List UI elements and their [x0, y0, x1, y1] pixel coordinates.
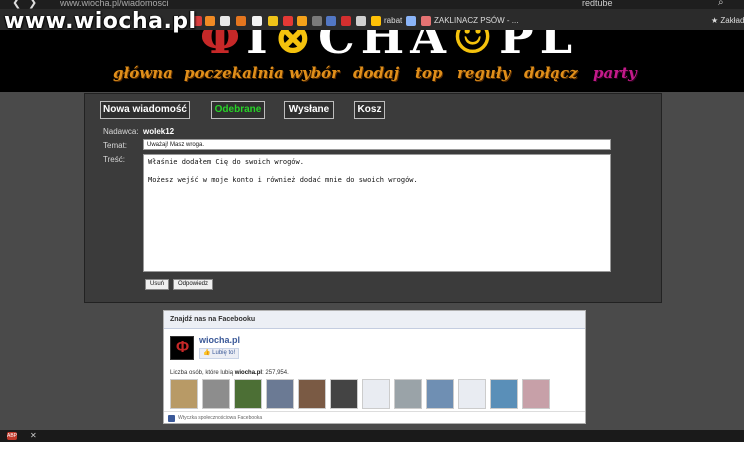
sender-name[interactable]: wolek12	[143, 127, 174, 137]
reply-button[interactable]: Odpowiedz	[173, 279, 213, 290]
nav-dodaj[interactable]: dodaj	[353, 63, 399, 83]
sender-label: Nadawca:	[103, 127, 139, 136]
bookmark-zaklinacz[interactable]: ZAKLINACZ PSÓW - ...	[434, 15, 518, 27]
main-navigation: główna poczekalnia wybór dodaj top reguł…	[0, 63, 744, 87]
count-prefix: Liczba osób, które lubią	[170, 370, 235, 376]
body-line: Właśnie dodałem Cię do swoich wrogów.	[148, 158, 304, 166]
bookmarks-menu[interactable]: ★ Zakładki	[711, 15, 744, 27]
bookmark-icon[interactable]	[421, 16, 431, 26]
address-bar[interactable]: www.wiocha.pl/wiadomosci	[60, 0, 169, 9]
fan-avatar[interactable]	[490, 379, 518, 409]
facebook-plugin-label[interactable]: Wtyczka społecznościowa Facebooka	[178, 415, 262, 421]
watermark: www.wiocha.pl	[4, 9, 197, 34]
bookmarks-label: Zakładki	[720, 16, 744, 25]
nav-party[interactable]: party	[593, 63, 637, 83]
back-icon[interactable]: ❮	[12, 0, 21, 9]
mcdonalds-icon[interactable]	[371, 16, 381, 26]
like-button[interactable]: 👍 Lubię to!	[199, 348, 239, 359]
body-label: Treść:	[103, 155, 125, 164]
bookmark-icon[interactable]	[252, 16, 262, 26]
fan-avatar[interactable]	[362, 379, 390, 409]
fan-avatar[interactable]	[394, 379, 422, 409]
tab-trash[interactable]: Kosz	[354, 101, 385, 119]
bookmark-rabat[interactable]: rabat	[384, 15, 402, 27]
tab-new-message[interactable]: Nowa wiadomość	[100, 101, 190, 119]
fan-avatar[interactable]	[298, 379, 326, 409]
search-box[interactable]: redtube	[582, 0, 613, 9]
nav-wybor[interactable]: wybór	[289, 63, 339, 83]
message-panel: Nowa wiadomość Odebrane Wysłane Kosz Nad…	[84, 93, 662, 303]
like-count: Liczba osób, które lubią wiocha.pl: 257,…	[170, 369, 289, 377]
facebook-header: Znajdź nas na Facebooku	[164, 311, 585, 329]
fan-faces	[170, 379, 580, 411]
bookmark-icon[interactable]	[406, 16, 416, 26]
bookmark-icon[interactable]	[268, 16, 278, 26]
fan-avatar[interactable]	[202, 379, 230, 409]
bookmark-icon[interactable]	[312, 16, 322, 26]
bookmark-icon[interactable]	[283, 16, 293, 26]
site-logo[interactable]: ΦI⊗CHA☺PL	[200, 30, 578, 64]
body-line: Możesz wejść w moje konto i również doda…	[148, 176, 418, 184]
fan-avatar[interactable]	[266, 379, 294, 409]
search-icon[interactable]: ⌕	[718, 0, 724, 8]
fan-avatar[interactable]	[330, 379, 358, 409]
fan-avatar[interactable]	[522, 379, 550, 409]
facebook-widget: Znajdź nas na Facebooku Φ wiocha.pl 👍 Lu…	[163, 310, 586, 424]
subject-field[interactable]: Uważaj! Masz wroga.	[143, 139, 611, 150]
bookmark-icon[interactable]	[236, 16, 246, 26]
forward-icon[interactable]: ❯	[28, 0, 37, 9]
nav-glowna[interactable]: główna	[113, 63, 173, 83]
facebook-page-name[interactable]: wiocha.pl	[199, 335, 240, 346]
fan-avatar[interactable]	[458, 379, 486, 409]
count-value: : 257,954.	[262, 370, 289, 376]
site-header: ΦI⊗CHA☺PL główna poczekalnia wybór dodaj…	[0, 30, 744, 92]
bookmark-icon[interactable]	[205, 16, 215, 26]
tab-inbox[interactable]: Odebrane	[211, 101, 265, 119]
thumbs-up-icon: 👍	[203, 350, 211, 356]
nav-dolacz[interactable]: dołącz	[524, 63, 578, 83]
fan-avatar[interactable]	[170, 379, 198, 409]
bookmark-icon[interactable]	[297, 16, 307, 26]
like-label: Lubię to!	[212, 350, 236, 356]
bookmark-icon[interactable]	[220, 16, 230, 26]
facebook-footer: Wtyczka społecznościowa Facebooka	[164, 411, 585, 424]
fan-avatar[interactable]	[234, 379, 262, 409]
nav-top[interactable]: top	[415, 63, 442, 83]
bookmark-icon[interactable]	[356, 16, 366, 26]
tab-sent[interactable]: Wysłane	[284, 101, 334, 119]
bookmark-icon[interactable]	[341, 16, 351, 26]
close-icon[interactable]: ✕	[30, 430, 37, 442]
delete-button[interactable]: Usuń	[145, 279, 169, 290]
subject-label: Temat:	[103, 141, 128, 150]
adblock-icon[interactable]: ABP	[7, 432, 17, 440]
message-body[interactable]: Właśnie dodałem Cię do swoich wrogów. Mo…	[143, 154, 611, 272]
bookmark-icon[interactable]	[326, 16, 336, 26]
page-avatar[interactable]: Φ	[170, 336, 194, 360]
url-bar-row: ❮ ❯ www.wiocha.pl/wiadomosci redtube ⌕	[0, 0, 744, 9]
nav-poczekalnia[interactable]: poczekalnia	[184, 63, 284, 83]
facebook-icon	[168, 415, 175, 422]
nav-reguly[interactable]: reguły	[457, 63, 510, 83]
count-page: wiocha.pl	[234, 370, 263, 376]
fan-avatar[interactable]	[426, 379, 454, 409]
browser-status-bar: ABP ✕	[0, 430, 744, 442]
